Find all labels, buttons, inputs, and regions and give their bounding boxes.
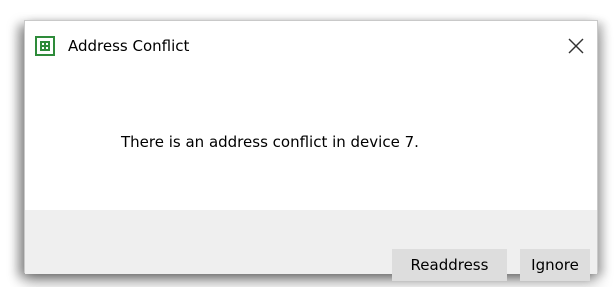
close-icon — [568, 38, 584, 54]
screenshot-stage: Address Conflict There is an address con… — [0, 0, 614, 287]
grid-app-icon — [35, 36, 55, 56]
ignore-button[interactable]: Ignore — [520, 249, 590, 281]
close-button[interactable] — [561, 31, 591, 61]
conflict-message: There is an address conflict in device 7… — [121, 133, 419, 151]
address-conflict-dialog: Address Conflict There is an address con… — [24, 20, 598, 281]
dialog-footer: Readdress Ignore — [25, 210, 597, 281]
dialog-title: Address Conflict — [68, 37, 190, 55]
readdress-button[interactable]: Readdress — [392, 249, 507, 281]
dialog-content: There is an address conflict in device 7… — [25, 73, 597, 210]
dialog-titlebar[interactable]: Address Conflict — [25, 21, 597, 73]
